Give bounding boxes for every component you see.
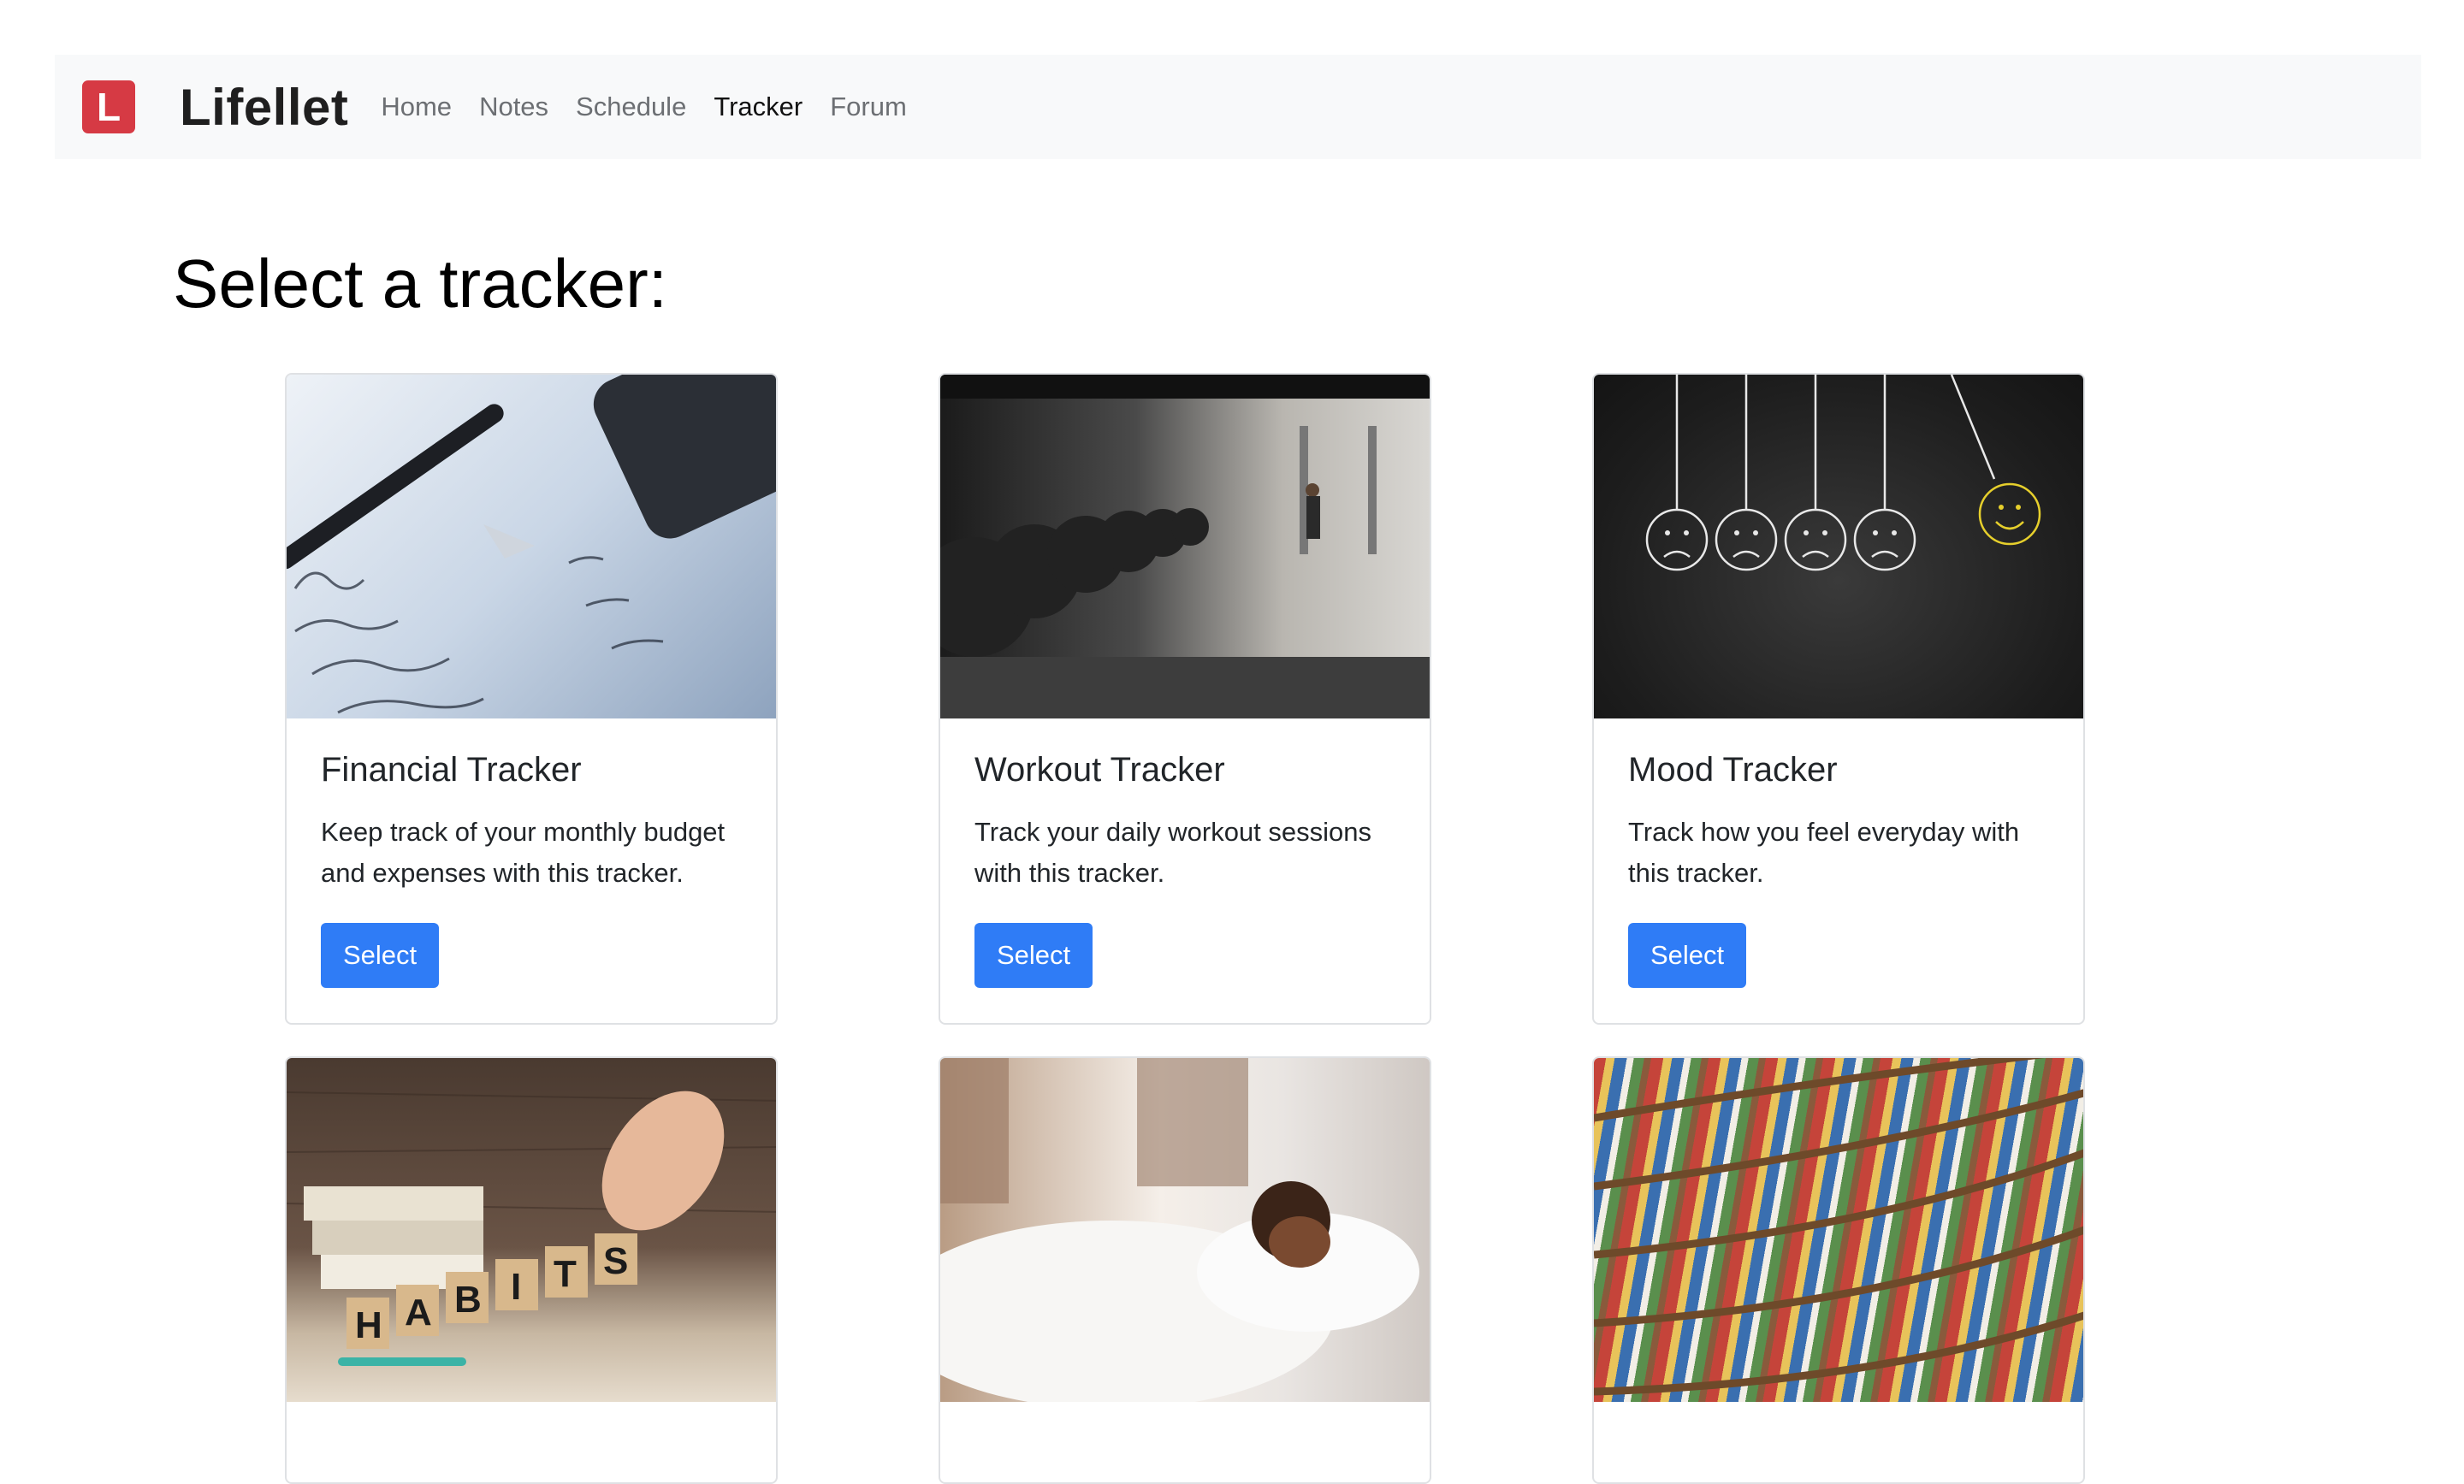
svg-text:B: B [454,1279,482,1321]
page-title: Select a tracker: [173,245,668,322]
nav-link-schedule[interactable]: Schedule [562,92,700,122]
card-text: Track your daily workout sessions with t… [974,817,1372,888]
card-title: Mood Tracker [1628,751,1838,789]
svg-text:A: A [405,1292,432,1333]
card-text: Track how you feel everyday with this tr… [1628,817,2020,888]
nav-links: Home Notes Schedule Tracker Forum [367,92,920,122]
nav-link-notes[interactable]: Notes [465,92,562,122]
card-title: Workout Tracker [974,751,1225,789]
tracker-card-sleep [939,1056,1431,1484]
card-title: Financial Tracker [321,751,582,789]
bookshelf-image [1594,1058,2083,1402]
nav-link-home[interactable]: Home [367,92,465,122]
svg-text:I: I [511,1266,521,1308]
tracker-card-mood: Mood Tracker Track how you feel everyday… [1592,373,2085,1025]
select-button-workout[interactable]: Select [974,923,1093,988]
svg-text:S: S [603,1240,628,1282]
gym-dumbbells-image [940,375,1430,718]
mood-faces-image [1594,375,2083,718]
nav-link-tracker[interactable]: Tracker [700,92,816,122]
select-button-financial[interactable]: Select [321,923,440,988]
tracker-card-books [1592,1056,2085,1484]
finance-notes-image [287,375,776,718]
card-text: Keep track of your monthly budget and ex… [321,817,726,888]
svg-text:T: T [554,1253,577,1295]
habits-blocks-image: H A B I T S [287,1058,776,1402]
logo-icon[interactable]: L [82,80,135,133]
nav-link-forum[interactable]: Forum [816,92,921,122]
brand-name[interactable]: Lifellet [180,78,348,137]
svg-text:H: H [355,1304,382,1346]
tracker-card-habits: H A B I T S [285,1056,778,1484]
navbar: L Lifellet Home Notes Schedule Tracker F… [55,55,2421,159]
select-button-mood[interactable]: Select [1628,923,1747,988]
tracker-card-workout: Workout Tracker Track your daily workout… [939,373,1431,1025]
tracker-card-financial: Financial Tracker Keep track of your mon… [285,373,778,1025]
sleeping-person-image [940,1058,1430,1402]
